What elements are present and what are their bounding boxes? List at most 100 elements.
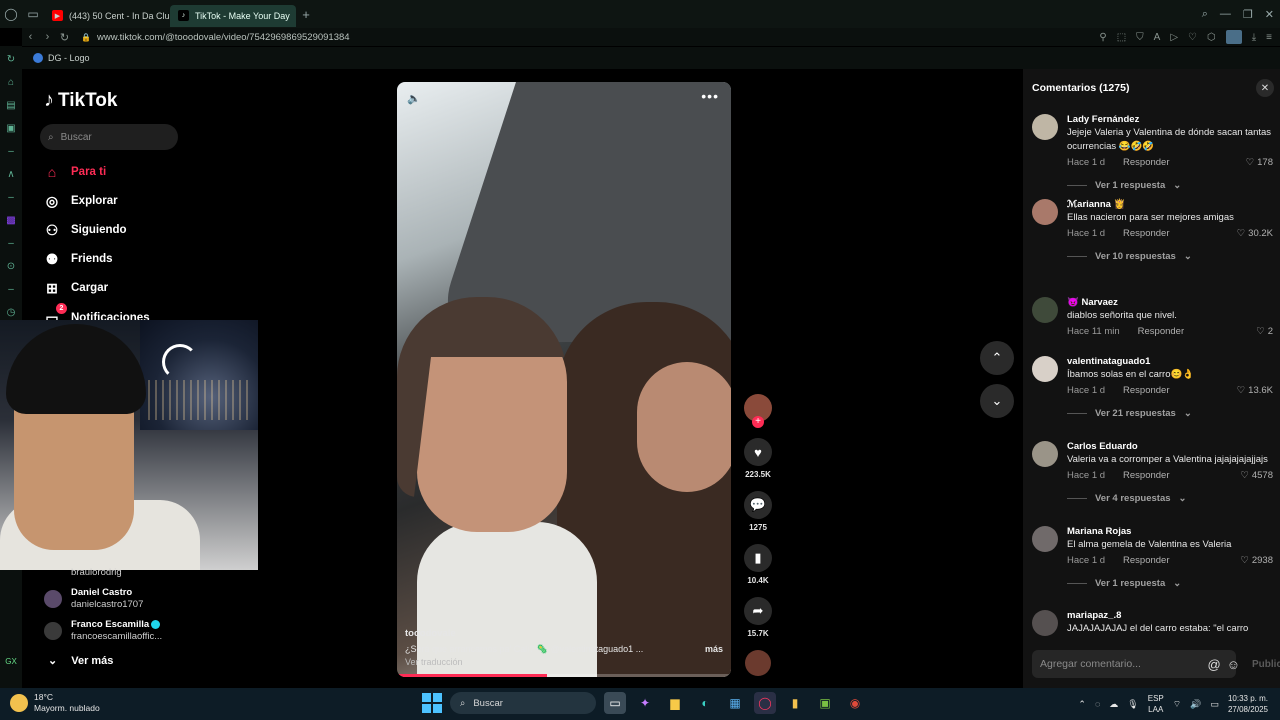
nav-explore[interactable]: ◎ Explorar	[44, 193, 118, 209]
avatar[interactable]	[1032, 526, 1058, 552]
video-author[interactable]: tooodovale	[405, 628, 723, 639]
cloud-icon[interactable]: ☁	[1109, 699, 1118, 710]
windows-start-icon[interactable]	[422, 693, 442, 713]
next-video-button[interactable]: ⌄	[980, 384, 1014, 418]
wifi-icon[interactable]: ⌔	[1173, 699, 1181, 710]
profile-avatar[interactable]	[1225, 30, 1242, 44]
comment-author[interactable]: ℳarianna 👸	[1067, 199, 1277, 210]
url-field[interactable]: www.tiktok.com/@tooodovale/video/7542969…	[97, 32, 350, 43]
aria-icon[interactable]: ∧	[4, 167, 18, 181]
mention-icon[interactable]: @	[1208, 657, 1221, 672]
nav-following[interactable]: ⚇ Siguiendo	[44, 222, 127, 238]
battery-icon[interactable]: ▭	[1210, 699, 1219, 710]
save-button[interactable]: ▮	[744, 544, 772, 572]
messenger-icon[interactable]: ▣	[4, 121, 18, 135]
ai-icon[interactable]: ↻	[4, 52, 18, 66]
snapshot-icon[interactable]: ⬚	[1117, 32, 1126, 43]
close-window-icon[interactable]: ✕	[1265, 8, 1274, 21]
copilot-icon[interactable]: ✦	[634, 692, 656, 714]
view-replies-button[interactable]: Ver 10 respuestas ⌄	[1067, 251, 1277, 262]
comment-author[interactable]: valentinataguado1	[1067, 356, 1277, 367]
android-icon[interactable]: ▣	[814, 692, 836, 714]
comment-author[interactable]: Carlos Eduardo	[1067, 441, 1277, 452]
minimize-icon[interactable]: —	[1220, 8, 1231, 20]
tab-youtube[interactable]: ▶ (443) 50 Cent - In Da Clu	[44, 5, 170, 27]
view-replies-button[interactable]: Ver 4 respuestas ⌄	[1067, 493, 1277, 504]
avatar[interactable]	[1032, 441, 1058, 467]
avatar[interactable]	[1032, 114, 1058, 140]
file-explorer-icon[interactable]: ▆	[664, 692, 686, 714]
comment-author[interactable]: Lady Fernández	[1067, 114, 1277, 125]
following-account[interactable]: Daniel Castro danielcastro1707	[44, 587, 143, 611]
avatar[interactable]	[1032, 297, 1058, 323]
close-comments-button[interactable]: ✕	[1256, 79, 1274, 97]
opera-gx-icon[interactable]: ◯	[754, 692, 776, 714]
search-tabs-icon[interactable]: ⌕	[1202, 8, 1208, 21]
comment-input[interactable]: Agregar comentario... @ ☺	[1032, 650, 1240, 678]
following-account[interactable]: braulorodrig	[44, 567, 122, 579]
heart-icon[interactable]: ♡	[1188, 32, 1197, 43]
post-button[interactable]: Publicar	[1252, 659, 1280, 670]
view-replies-button[interactable]: Ver 1 respuesta ⌄	[1067, 578, 1277, 589]
view-replies-button[interactable]: Ver 21 respuestas ⌄	[1067, 408, 1277, 419]
language-indicator[interactable]: ESP LAA	[1148, 693, 1164, 715]
microphone-icon[interactable]: 🎙	[1127, 699, 1138, 710]
comment-like-button[interactable]: ♡ 178	[1246, 157, 1273, 168]
previous-video-button[interactable]: ⌃	[980, 341, 1014, 375]
comment-like-button[interactable]: ♡ 2938	[1240, 555, 1273, 566]
music-disc-icon[interactable]	[745, 650, 771, 676]
comment-like-button[interactable]: ♡ 2	[1256, 326, 1273, 337]
emoji-icon[interactable]: ☺	[1227, 657, 1240, 672]
tab-tiktok[interactable]: ♪ TikTok - Make Your Day	[170, 4, 296, 27]
taskbar-search[interactable]: ⌕ Buscar	[450, 692, 596, 714]
lock-icon[interactable]: 🔒	[81, 33, 91, 42]
tiktok-logo[interactable]: ♪ TikTok	[44, 89, 117, 112]
avatar[interactable]	[1032, 356, 1058, 382]
reply-button[interactable]: Responder	[1138, 326, 1184, 337]
nav-for-you[interactable]: ⌂ Para ti	[44, 164, 106, 180]
comment-author[interactable]: 😈 Narvaez	[1067, 297, 1277, 308]
reply-button[interactable]: Responder	[1123, 555, 1169, 566]
chart-icon[interactable]: ▤	[4, 98, 18, 112]
comment-author[interactable]: mariapaz_.8	[1067, 610, 1277, 621]
twitch-icon[interactable]: ▩	[4, 213, 18, 227]
menu-icon[interactable]: ≡	[1266, 32, 1272, 43]
task-view-icon[interactable]: ▭	[604, 692, 626, 714]
author-avatar[interactable]: +	[744, 394, 772, 428]
share-button[interactable]: ➦	[744, 597, 772, 625]
video-progress-bar[interactable]	[397, 674, 731, 677]
see-more-button[interactable]: ⌄ Ver más	[48, 654, 113, 668]
download-icon[interactable]: ⤓	[1252, 32, 1256, 43]
back-icon[interactable]: ‹	[22, 31, 39, 43]
comment-like-button[interactable]: ♡ 30.2K	[1237, 228, 1273, 239]
view-replies-button[interactable]: Ver 1 respuesta ⌄	[1067, 180, 1277, 191]
bookmark-dg-logo[interactable]: DG - Logo	[48, 53, 90, 63]
gx-icon[interactable]: GX	[5, 657, 17, 666]
edge-icon[interactable]: ◐	[694, 692, 716, 714]
player-icon[interactable]: ⊙	[4, 259, 18, 273]
reply-button[interactable]: Responder	[1123, 228, 1169, 239]
extensions-icon[interactable]: ⬡	[1207, 32, 1216, 43]
play-icon[interactable]: ▷	[1170, 32, 1178, 43]
comment-like-button[interactable]: ♡ 13.6K	[1237, 385, 1273, 396]
video-player[interactable]: 🔈 ••• tooodovale ¿Será que arrancamos pa…	[397, 82, 731, 677]
workspaces-icon[interactable]: ▭	[22, 0, 44, 28]
volume-icon[interactable]: 🔈	[407, 92, 421, 105]
tray-chevron-icon[interactable]: ⌃	[1078, 699, 1086, 710]
clock-icon[interactable]: ◷	[4, 305, 18, 319]
notes-icon[interactable]: ▮	[784, 692, 806, 714]
follow-plus-icon[interactable]: +	[752, 416, 764, 428]
nav-friends[interactable]: ⚉ Friends	[44, 251, 113, 267]
new-tab-button[interactable]: +	[296, 7, 316, 22]
clock[interactable]: 10:33 p. m. 27/08/2025	[1228, 693, 1268, 715]
bag-icon[interactable]: ⌂	[4, 75, 18, 89]
reply-button[interactable]: Responder	[1123, 385, 1169, 396]
translate-icon[interactable]: A	[1154, 32, 1161, 43]
forward-icon[interactable]: ›	[39, 31, 56, 43]
comment-button[interactable]: 💬	[744, 491, 772, 519]
more-options-icon[interactable]: •••	[701, 88, 719, 104]
search-input[interactable]: ⌕ Buscar	[40, 124, 178, 150]
maximize-icon[interactable]: ❐	[1243, 8, 1253, 21]
tray-app-icon[interactable]: ◌	[1095, 699, 1100, 709]
caption-more-link[interactable]: más	[705, 644, 723, 655]
